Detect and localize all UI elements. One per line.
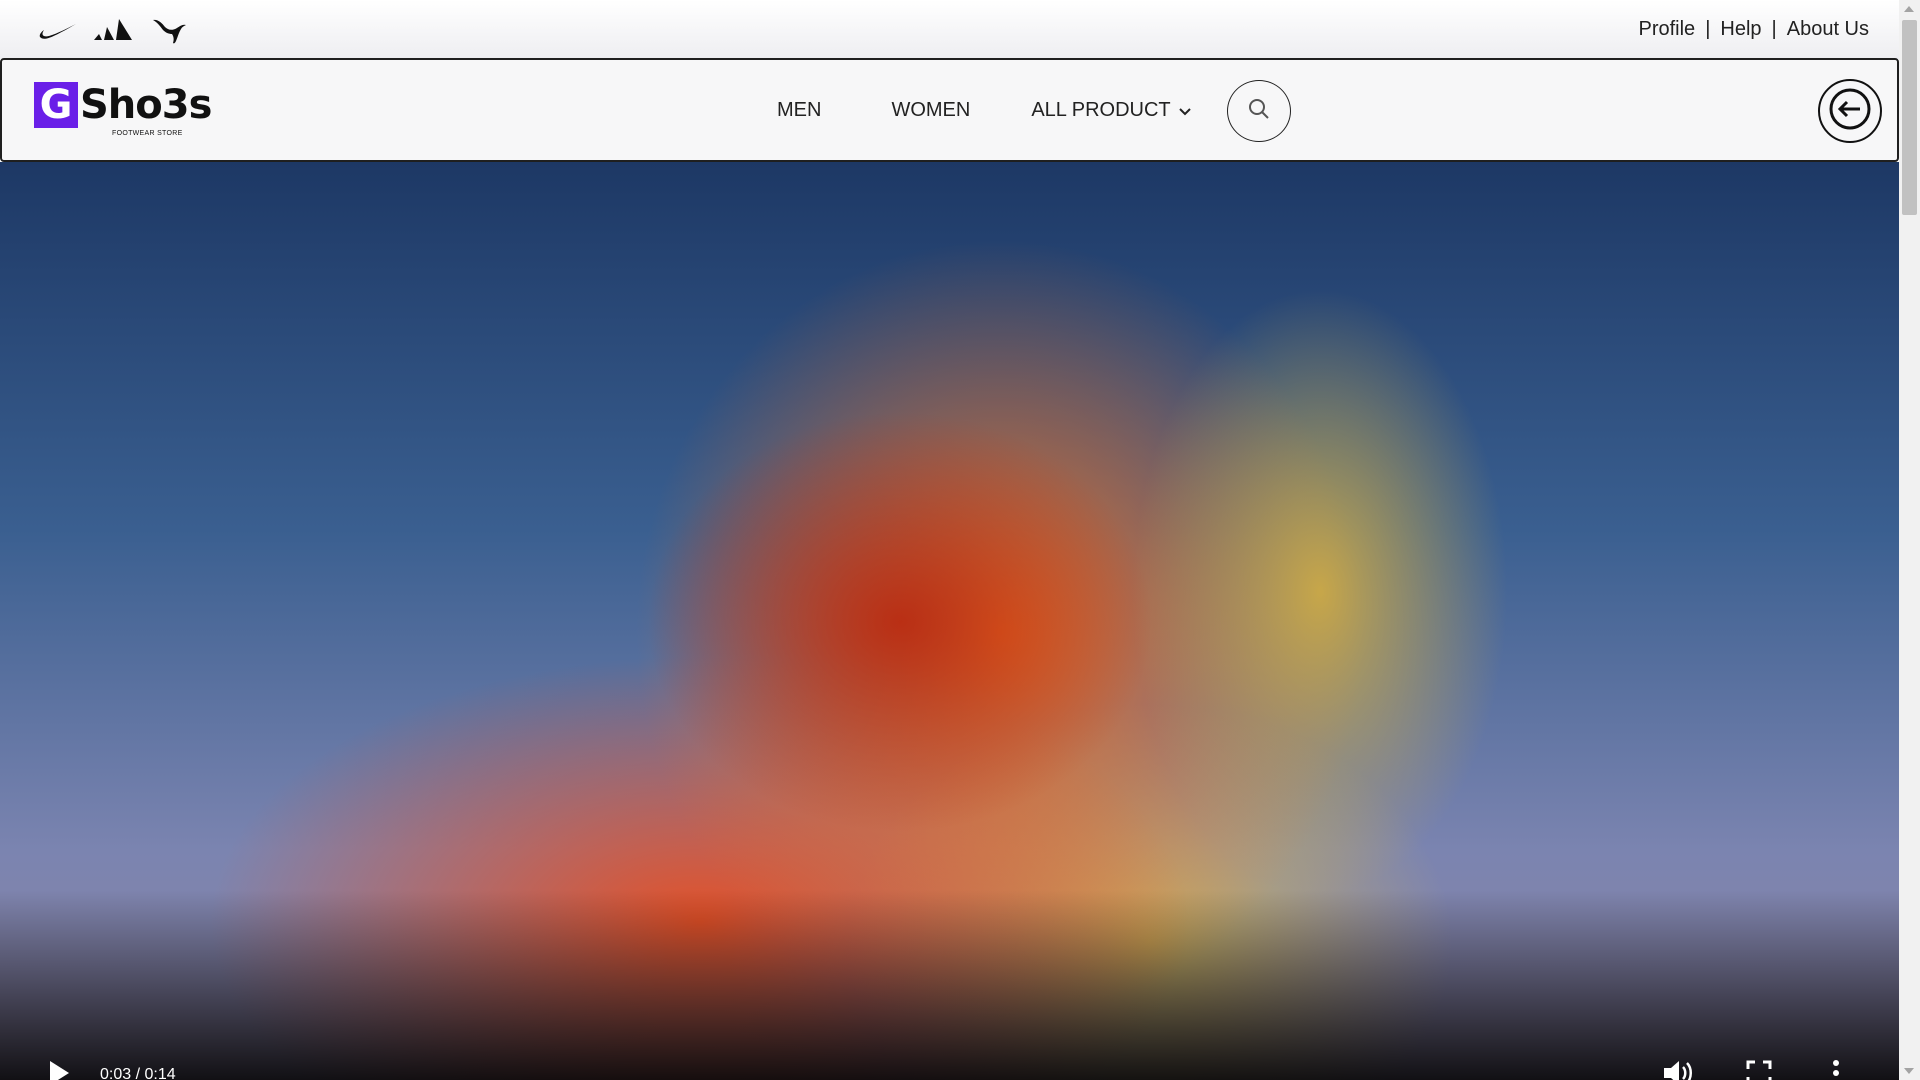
brand-logos — [38, 15, 188, 45]
more-icon[interactable] — [1832, 1058, 1840, 1080]
about-us-link[interactable]: About Us — [1787, 18, 1869, 41]
link-separator: | — [1771, 18, 1777, 40]
hero-video[interactable]: 0:03 / 0:14 — [0, 162, 1899, 1080]
chevron-down-icon — [1178, 99, 1191, 122]
help-link[interactable]: Help — [1720, 18, 1761, 41]
site-logo[interactable]: G Sho3s FOOTWEAR STORE — [34, 82, 212, 137]
search-button[interactable] — [1227, 80, 1291, 142]
logout-button[interactable] — [1818, 79, 1882, 143]
video-controls: 0:03 / 0:14 — [0, 1054, 1899, 1080]
logo-tagline: FOOTWEAR STORE — [112, 130, 183, 137]
menu-item-all-product-label: ALL PRODUCT — [1031, 98, 1171, 121]
main-menu: MEN WOMEN ALL PRODUCT — [777, 60, 1191, 160]
page-scrollbar[interactable] — [1899, 0, 1920, 1080]
main-navbar: G Sho3s FOOTWEAR STORE MEN WOMEN ALL PRO… — [0, 58, 1899, 162]
menu-item-all-product[interactable]: ALL PRODUCT — [1031, 98, 1191, 122]
scrollbar-thumb[interactable] — [1902, 20, 1917, 215]
logo-wordmark: Sho3s — [80, 82, 212, 128]
profile-link[interactable]: Profile — [1638, 18, 1695, 41]
logout-icon — [1828, 87, 1872, 136]
top-links: Profile | Help | About Us — [1638, 18, 1869, 41]
video-gradient-overlay — [0, 890, 1899, 1080]
adidas-icon[interactable] — [92, 18, 136, 42]
logo-mark: G — [34, 82, 78, 128]
puma-icon[interactable] — [150, 15, 188, 45]
video-time: 0:03 / 0:14 — [100, 1066, 176, 1080]
menu-item-women[interactable]: WOMEN — [891, 99, 970, 122]
fullscreen-icon[interactable] — [1746, 1060, 1772, 1080]
nike-swoosh-icon[interactable] — [38, 19, 78, 41]
top-bar: Profile | Help | About Us — [0, 0, 1899, 59]
link-separator: | — [1705, 18, 1711, 40]
menu-item-men[interactable]: MEN — [777, 99, 821, 122]
scroll-up-arrow-icon[interactable] — [1904, 6, 1914, 12]
play-icon[interactable] — [48, 1060, 70, 1080]
search-icon — [1248, 98, 1270, 125]
logo-text: Sho3s FOOTWEAR STORE — [80, 82, 212, 137]
volume-icon[interactable] — [1662, 1058, 1696, 1080]
scroll-down-arrow-icon[interactable] — [1904, 1068, 1914, 1074]
